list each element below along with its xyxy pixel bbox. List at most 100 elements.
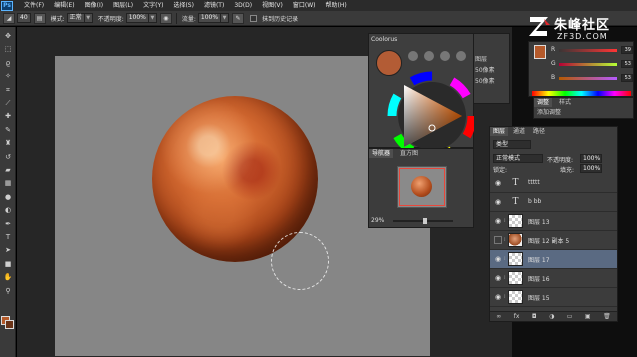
clone-stamp-icon[interactable]: ♜ xyxy=(2,138,14,148)
menu-item[interactable]: 帮助(H) xyxy=(321,0,352,11)
menu-item[interactable]: 窗口(W) xyxy=(288,0,321,11)
flow-field[interactable]: 100% xyxy=(197,13,222,23)
layer-row[interactable]: ◉ Tb bb xyxy=(490,193,617,212)
color-wheel[interactable] xyxy=(374,61,474,151)
blue-slider[interactable] xyxy=(559,77,617,80)
flow-label: 流量: xyxy=(181,15,196,23)
visibility-eye-icon[interactable]: ◉ xyxy=(494,198,502,206)
type-icon[interactable]: T xyxy=(2,232,14,242)
layer-thumbnail xyxy=(508,214,523,228)
tab-adjustments[interactable]: 调整 xyxy=(534,98,553,107)
green-slider[interactable] xyxy=(559,63,617,66)
zoom-icon[interactable]: ⚲ xyxy=(2,286,14,296)
brush-icon[interactable]: ✎ xyxy=(2,125,14,135)
chevron-down-icon[interactable]: ▼ xyxy=(221,13,230,23)
zoom-slider[interactable] xyxy=(393,218,453,224)
blue-value[interactable]: 53 xyxy=(621,74,633,82)
menu-item[interactable]: 视图(V) xyxy=(257,0,288,11)
eraser-icon[interactable]: ▰ xyxy=(2,165,14,175)
path-select-icon[interactable]: ➤ xyxy=(2,245,14,255)
layer-opacity-field[interactable]: 100% xyxy=(580,154,602,163)
visibility-eye-icon[interactable]: ◉ xyxy=(494,179,502,187)
color-ramp[interactable] xyxy=(532,91,631,96)
chevron-down-icon[interactable]: ▼ xyxy=(84,13,93,23)
green-value[interactable]: 53 xyxy=(621,60,633,68)
navigator-zoom-value[interactable]: 29% xyxy=(371,217,384,224)
hand-icon[interactable]: ✋ xyxy=(2,272,14,282)
menu-item[interactable]: 编辑(E) xyxy=(49,0,79,11)
menu-item[interactable]: 3D(D) xyxy=(229,0,257,11)
quick-select-icon[interactable]: ✧ xyxy=(2,71,14,81)
background-color-swatch[interactable] xyxy=(5,320,14,329)
blur-icon[interactable]: ● xyxy=(2,192,14,202)
tab-navigator[interactable]: 导航器 xyxy=(369,149,394,158)
layer-row[interactable]: ◉ ⁞ 图层 16 xyxy=(490,269,617,288)
move-icon[interactable]: ✥ xyxy=(2,31,14,41)
brush-size-field[interactable]: 40 xyxy=(17,13,31,23)
marquee-icon[interactable]: ⬚ xyxy=(2,44,14,54)
coolorus-panel: Coolorus xyxy=(368,33,474,151)
visibility-eye-icon[interactable]: ◉ xyxy=(494,217,502,225)
watermark: 朱峰社区 ZF3D.COM xyxy=(526,13,637,48)
fill-label: 填充: xyxy=(560,167,575,174)
visibility-eye-icon[interactable]: ◉ xyxy=(494,293,502,301)
crop-icon[interactable]: ⌗ xyxy=(2,85,14,95)
menu-item[interactable]: 文件(F) xyxy=(19,0,49,11)
menu-item[interactable]: 图像(I) xyxy=(80,0,108,11)
zoom-slider-knob[interactable] xyxy=(423,218,427,224)
pen-icon[interactable]: ✒ xyxy=(2,219,14,229)
brush-panel-toggle-icon[interactable]: ▤ xyxy=(33,12,46,24)
fill-field[interactable]: 100% xyxy=(580,164,602,173)
layer-row[interactable]: ◉ ⁞ 图层 15 xyxy=(490,288,617,307)
group-icon[interactable]: ▭ xyxy=(567,313,573,320)
blend-mode-select[interactable]: 正常模式 xyxy=(493,154,543,163)
menu-item[interactable]: 滤镜(T) xyxy=(199,0,229,11)
tab-layers[interactable]: 图层 xyxy=(490,127,509,136)
tab-histogram[interactable]: 直方图 xyxy=(397,149,421,158)
layer-row[interactable]: ◉ Tttttt xyxy=(490,174,617,193)
color-panel: R 39 G 53 B 53 xyxy=(528,41,634,97)
tab-paths[interactable]: 路径 xyxy=(530,127,548,136)
tool-preset-icon[interactable]: ◢ xyxy=(3,12,15,24)
gradient-icon[interactable]: ▦ xyxy=(2,178,14,188)
tab-styles[interactable]: 样式 xyxy=(556,98,574,107)
link-layers-icon[interactable]: ∞ xyxy=(496,313,501,320)
visibility-eye-icon[interactable] xyxy=(494,236,502,244)
layer-row[interactable]: ⁞ 图层 12 副本 5 xyxy=(490,231,617,250)
brush-cursor xyxy=(271,232,329,290)
healing-icon[interactable]: ✚ xyxy=(2,111,14,121)
red-slider[interactable] xyxy=(559,49,617,52)
side-panel-item: 50像素 xyxy=(475,67,495,74)
opacity-field[interactable]: 100% xyxy=(125,13,149,23)
blue-label: B xyxy=(551,74,556,81)
lasso-icon[interactable]: ϱ xyxy=(2,58,14,68)
menu-item[interactable]: 文字(Y) xyxy=(138,0,168,11)
chevron-down-icon[interactable]: ▼ xyxy=(148,13,157,23)
menu-bar: Ps 文件(F) 编辑(E) 图像(I) 图层(L) 文字(Y) 选择(S) 滤镜(T) 3D… xyxy=(0,0,637,11)
visibility-eye-icon[interactable]: ◉ xyxy=(494,274,502,282)
pressure-opacity-icon[interactable]: ◉ xyxy=(159,12,172,24)
new-layer-icon[interactable]: ▣ xyxy=(585,313,591,320)
layer-filter-kind[interactable]: 类型 xyxy=(493,140,531,149)
history-brush-icon[interactable]: ↺ xyxy=(2,152,14,162)
menu-list: 文件(F) 编辑(E) 图像(I) 图层(L) 文字(Y) 选择(S) 滤镜(T) 3D(D)… xyxy=(19,0,352,11)
layer-row[interactable]: ◉ ⁞ 图层 17 xyxy=(490,250,617,269)
dodge-icon[interactable]: ◐ xyxy=(2,205,14,215)
mode-select[interactable]: 正常 xyxy=(66,13,85,23)
trash-icon[interactable]: 🗑 xyxy=(603,313,611,320)
erase-to-history-checkbox[interactable] xyxy=(250,14,258,22)
visibility-eye-icon[interactable]: ◉ xyxy=(494,255,502,263)
navigator-thumbnail xyxy=(411,176,432,197)
menu-item[interactable]: 图层(L) xyxy=(108,0,138,11)
airbrush-icon[interactable]: ✎ xyxy=(232,12,245,24)
layer-style-icon[interactable]: fx xyxy=(514,313,520,320)
eyedropper-icon[interactable]: ⟋ xyxy=(2,98,14,108)
tab-channels[interactable]: 通道 xyxy=(510,127,528,136)
mask-icon[interactable]: ◘ xyxy=(532,313,537,320)
menu-item[interactable]: 选择(S) xyxy=(168,0,199,11)
adjustment-layer-icon[interactable]: ◑ xyxy=(549,313,554,320)
layer-row[interactable]: ◉ ⁞ 图层 13 xyxy=(490,212,617,231)
navigator-preview[interactable] xyxy=(397,166,447,208)
shape-icon[interactable]: ■ xyxy=(2,259,14,269)
layer-link-icon: ⁞ xyxy=(504,294,506,300)
